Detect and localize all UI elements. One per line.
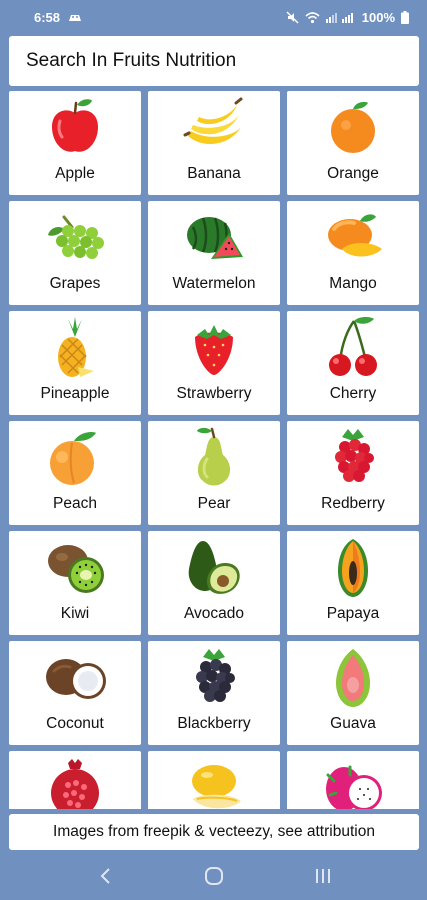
system-nav-bar (0, 852, 427, 900)
fruit-label: Mango (329, 275, 377, 292)
fruit-label: Redberry (321, 495, 385, 512)
fruit-card-dragonfruit[interactable] (287, 751, 419, 809)
fruit-grid: Apple Banana Orange Grapes Watermelon Ma… (9, 91, 419, 809)
grapes-icon (48, 215, 104, 259)
home-icon (204, 867, 223, 885)
fruit-label: Papaya (326, 605, 380, 622)
fruit-card-avocado[interactable]: Avocado (148, 531, 280, 635)
fruit-card-pineapple[interactable]: Pineapple (9, 311, 141, 415)
fruit-card-strawberry[interactable]: Strawberry (148, 311, 280, 415)
watermelon-icon (187, 217, 243, 259)
avocado-icon (188, 541, 240, 594)
fruit-card-orange[interactable]: Orange (287, 91, 419, 195)
fruit-label: Blackberry (177, 715, 251, 732)
fruit-card-coconut[interactable]: Coconut (9, 641, 141, 745)
redberry-icon (335, 429, 374, 482)
fruit-card-mango[interactable]: Mango (287, 201, 419, 305)
pineapple-icon (58, 317, 94, 377)
fruit-card-blackberry[interactable]: Blackberry (148, 641, 280, 745)
fruit-label: Avocado (183, 605, 245, 622)
fruit-card-papaya[interactable]: Papaya (287, 531, 419, 635)
attribution-bar[interactable]: Images from freepik & vecteezy, see attr… (9, 814, 419, 850)
fruit-label: Pear (197, 495, 231, 512)
fruit-card-guava[interactable]: Guava (287, 641, 419, 745)
fruit-card-peach[interactable]: Peach (9, 421, 141, 525)
fruit-label: Pineapple (40, 385, 110, 402)
signal-icon (325, 11, 356, 23)
fruit-label: Watermelon (172, 275, 256, 292)
fruit-card-grapes[interactable]: Grapes (9, 201, 141, 305)
fruit-card-watermelon[interactable]: Watermelon (148, 201, 280, 305)
blackberry-icon (196, 649, 235, 702)
pomegranate-icon (51, 759, 99, 809)
fruit-label: Apple (55, 165, 95, 182)
apple-icon (52, 99, 98, 152)
fruit-card-kiwi[interactable]: Kiwi (9, 531, 141, 635)
guava-icon (336, 649, 370, 707)
back-button[interactable] (85, 856, 125, 896)
fruit-card-redberry[interactable]: Redberry (287, 421, 419, 525)
fruit-card-pomegranate[interactable] (9, 751, 141, 809)
strawberry-icon (195, 325, 233, 375)
pear-icon (197, 427, 231, 486)
recents-button[interactable] (303, 856, 343, 896)
banana-icon (183, 97, 243, 145)
fruit-label: Banana (187, 165, 241, 182)
fruit-card-melon[interactable] (148, 751, 280, 809)
mango-icon (328, 214, 382, 257)
mute-icon (286, 10, 299, 24)
fruit-label: Orange (327, 165, 379, 182)
battery-icon (401, 10, 409, 24)
coconut-icon (46, 659, 106, 699)
battery-level: 100% (361, 9, 395, 25)
back-icon (100, 868, 110, 884)
fruit-card-banana[interactable]: Banana (148, 91, 280, 195)
home-button[interactable] (194, 856, 234, 896)
melon-icon (192, 765, 241, 809)
status-bar: 6:58 100% (0, 0, 427, 34)
cherry-icon (329, 317, 377, 376)
kiwi-icon (48, 545, 104, 593)
fruit-card-cherry[interactable]: Cherry (287, 311, 419, 415)
attribution-text: Images from freepik & vecteezy, see attr… (53, 823, 375, 840)
fruit-label: Strawberry (176, 385, 252, 402)
search-input[interactable]: Search In Fruits Nutrition (9, 36, 419, 86)
papaya-icon (338, 539, 368, 597)
fruit-label: Coconut (46, 715, 104, 732)
fruit-label: Cherry (329, 385, 377, 402)
fruit-label: Guava (330, 715, 376, 732)
fruit-card-apple[interactable]: Apple (9, 91, 141, 195)
fruit-label: Peach (53, 495, 97, 512)
fruit-label: Grapes (49, 275, 101, 292)
recents-icon (315, 869, 330, 883)
orange-icon (331, 101, 375, 153)
notification-icon (68, 10, 82, 25)
fruit-card-pear[interactable]: Pear (148, 421, 280, 525)
search-placeholder: Search In Fruits Nutrition (26, 50, 237, 71)
fruit-label: Kiwi (60, 605, 90, 622)
peach-icon (50, 431, 96, 485)
wifi-icon (305, 11, 320, 24)
dragonfruit-icon (326, 765, 382, 809)
status-time: 6:58 (34, 9, 61, 25)
